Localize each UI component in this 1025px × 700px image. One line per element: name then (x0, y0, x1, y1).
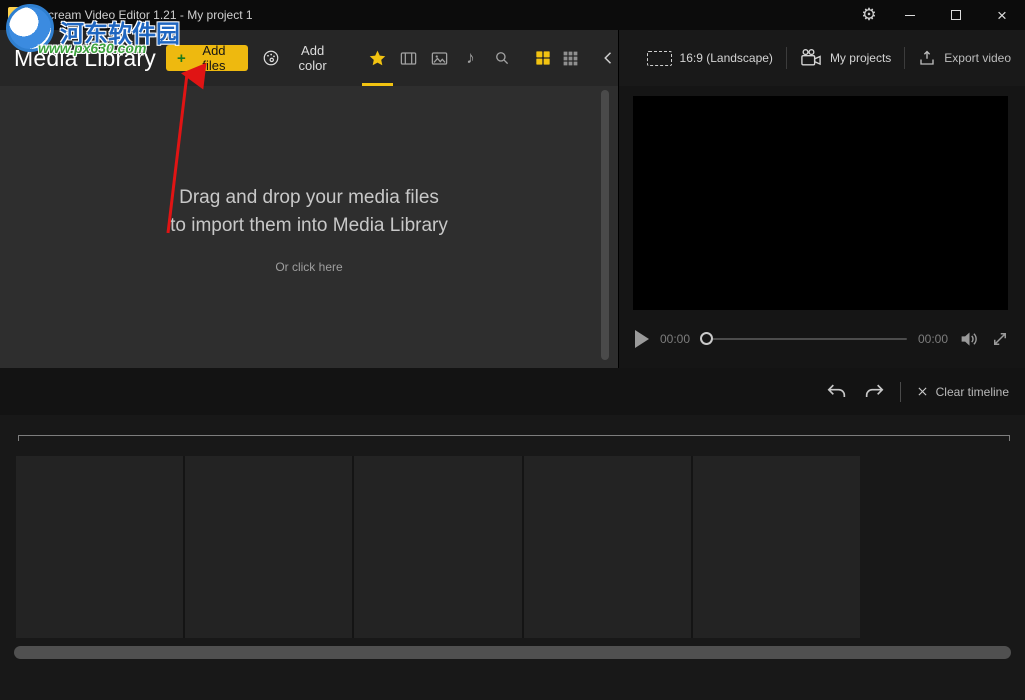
timeline-toolbar: Clear timeline (0, 368, 1025, 415)
volume-button[interactable] (959, 330, 980, 348)
minimize-icon (905, 14, 915, 16)
app-icon (8, 7, 24, 23)
elapsed-time: 00:00 (660, 332, 691, 346)
timeline-cell (185, 456, 353, 638)
timeline-track (16, 456, 861, 638)
view-toggle (535, 50, 578, 66)
seek-bar[interactable] (700, 331, 907, 347)
my-projects-label: My projects (829, 51, 892, 65)
video-preview (633, 96, 1008, 310)
play-button[interactable] (635, 330, 649, 348)
grid-large-icon (535, 50, 551, 66)
timeline-cell (523, 456, 691, 638)
tab-search[interactable] (486, 30, 517, 86)
plus-icon: + (176, 49, 186, 67)
clear-x-icon (916, 385, 929, 398)
app-window: Icecream Video Editor 1.21 - My project … (0, 0, 1025, 700)
titlebar: Icecream Video Editor 1.21 - My project … (0, 0, 1025, 30)
duration-time: 00:00 (917, 332, 948, 346)
palette-icon (262, 49, 280, 67)
add-files-button[interactable]: + Add files (165, 43, 249, 73)
tab-videos[interactable] (393, 30, 424, 86)
media-library-dropzone[interactable]: Drag and drop your media files to import… (0, 86, 618, 368)
export-video-button[interactable]: Export video (905, 49, 1025, 67)
divider (899, 381, 901, 402)
project-bar: 16:9 (Landscape) My projects Export vide… (618, 30, 1025, 86)
seek-track (701, 338, 907, 340)
search-icon (493, 49, 511, 67)
minimize-button[interactable] (887, 0, 933, 30)
dropzone-text-line1: Drag and drop your media files (179, 187, 439, 208)
grid-small-icon (563, 51, 578, 66)
titlebar-controls: ⚙ × (851, 0, 1025, 30)
export-video-label: Export video (944, 51, 1011, 65)
tab-audio[interactable]: ♪ (455, 30, 486, 86)
clear-timeline-label: Clear timeline (935, 384, 1009, 399)
aspect-ratio-label: 16:9 (Landscape) (679, 51, 773, 65)
aspect-ratio-button[interactable]: 16:9 (Landscape) (634, 50, 786, 66)
add-files-label: Add files (202, 43, 226, 73)
music-note-icon: ♪ (466, 48, 475, 67)
close-button[interactable]: × (979, 0, 1025, 30)
grid-view-button[interactable] (535, 50, 551, 66)
tab-images[interactable] (424, 30, 455, 86)
media-type-tabs: ♪ (362, 30, 517, 86)
fullscreen-button[interactable] (991, 330, 1009, 348)
add-color-label: Add color (298, 43, 327, 73)
timeline-cell (692, 456, 861, 638)
dropzone-text-line2: to import them into Media Library (170, 215, 448, 236)
collapse-panel-button[interactable] (600, 48, 618, 68)
page-title: Media Library (14, 44, 156, 71)
maximize-button[interactable] (933, 0, 979, 30)
undo-button[interactable] (826, 381, 848, 403)
aspect-ratio-icon (646, 50, 672, 66)
tab-favorites[interactable] (362, 30, 393, 86)
media-panel-scrollbar[interactable] (601, 90, 609, 360)
movie-camera-icon (800, 48, 822, 68)
media-library-header: Media Library + Add files Add color ♪ (0, 30, 618, 86)
maximize-icon (951, 10, 961, 20)
add-color-button[interactable]: Add color (262, 43, 338, 73)
close-icon: × (997, 5, 1007, 25)
export-icon (918, 49, 936, 67)
preview-panel: 00:00 00:00 (618, 86, 1025, 368)
chevron-left-icon (600, 48, 618, 68)
redo-button[interactable] (863, 381, 885, 403)
my-projects-button[interactable]: My projects (787, 48, 904, 68)
image-icon (430, 49, 449, 68)
main-row: Drag and drop your media files to import… (0, 86, 1025, 368)
settings-gear-icon[interactable]: ⚙ (851, 5, 887, 25)
film-icon (399, 49, 418, 68)
header-row: Media Library + Add files Add color ♪ 16… (0, 30, 1025, 86)
timeline-cell (354, 456, 522, 638)
clear-timeline-button[interactable]: Clear timeline (916, 385, 1009, 399)
small-grid-view-button[interactable] (563, 51, 578, 66)
seek-thumb[interactable] (700, 332, 714, 345)
star-icon (368, 49, 387, 68)
player-controls: 00:00 00:00 (619, 310, 1025, 368)
window-title: Icecream Video Editor 1.21 - My project … (32, 8, 253, 22)
timeline (0, 415, 1025, 700)
timeline-cell (16, 456, 184, 638)
dropzone-click-hint[interactable]: Or click here (275, 260, 342, 274)
timeline-scrollbar[interactable] (14, 646, 1011, 659)
timeline-ruler (18, 435, 1010, 441)
